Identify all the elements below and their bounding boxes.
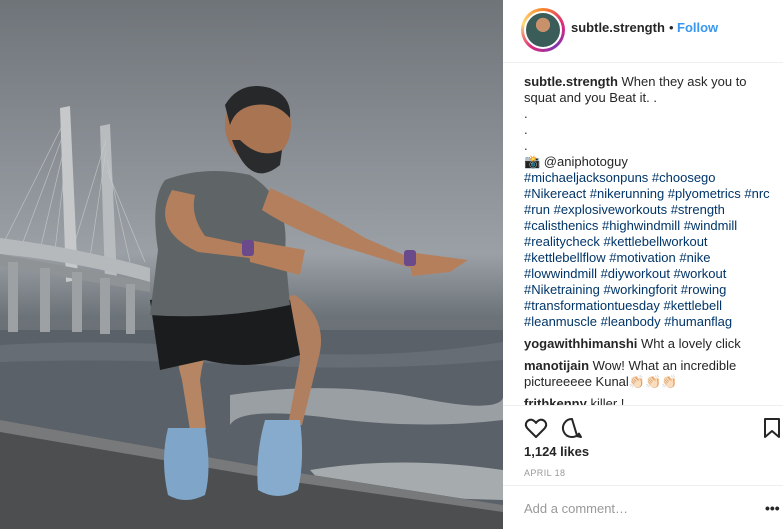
comments-list[interactable]: subtle.strength When they ask you to squ… [524, 74, 774, 406]
more-options-icon[interactable]: ••• [765, 500, 780, 516]
caption: subtle.strength When they ask you to squ… [524, 74, 774, 330]
separator-dot: • [669, 20, 674, 35]
follow-button[interactable]: Follow [677, 20, 718, 35]
comment-text: Wht a lovely click [641, 336, 741, 351]
post-header: subtle.strength • Follow [503, 0, 783, 63]
comment-item: yogawithhimanshi Wht a lovely click [524, 336, 774, 352]
avatar[interactable] [524, 11, 562, 49]
comment-username[interactable]: yogawithhimanshi [524, 336, 637, 351]
heart-icon[interactable] [524, 416, 548, 440]
author-username[interactable]: subtle.strength [571, 20, 665, 35]
comment-item: manotijain Wow! What an incredible pictu… [524, 358, 774, 390]
hashtags-text[interactable]: #michaeljacksonpuns #choosego #Nikereact… [524, 170, 770, 329]
caption-hashtags: #michaeljacksonpuns #choosego #Nikereact… [524, 170, 774, 330]
post-photo[interactable] [0, 0, 503, 529]
caption-username[interactable]: subtle.strength [524, 74, 618, 89]
add-comment-section: ••• [503, 485, 783, 529]
post-date[interactable]: APRIL 18 [524, 468, 565, 478]
comment-bubble-icon[interactable] [560, 416, 584, 440]
avatar-story-ring[interactable] [521, 8, 565, 52]
likes-count[interactable]: 1,124 likes [524, 444, 589, 459]
add-comment-input[interactable] [524, 499, 744, 517]
comment-username[interactable]: manotijain [524, 358, 589, 373]
action-bar [503, 405, 783, 443]
post-side-panel: subtle.strength • Follow subtle.strength… [503, 0, 783, 529]
bookmark-icon[interactable] [760, 416, 783, 440]
photo-scene [0, 86, 503, 529]
